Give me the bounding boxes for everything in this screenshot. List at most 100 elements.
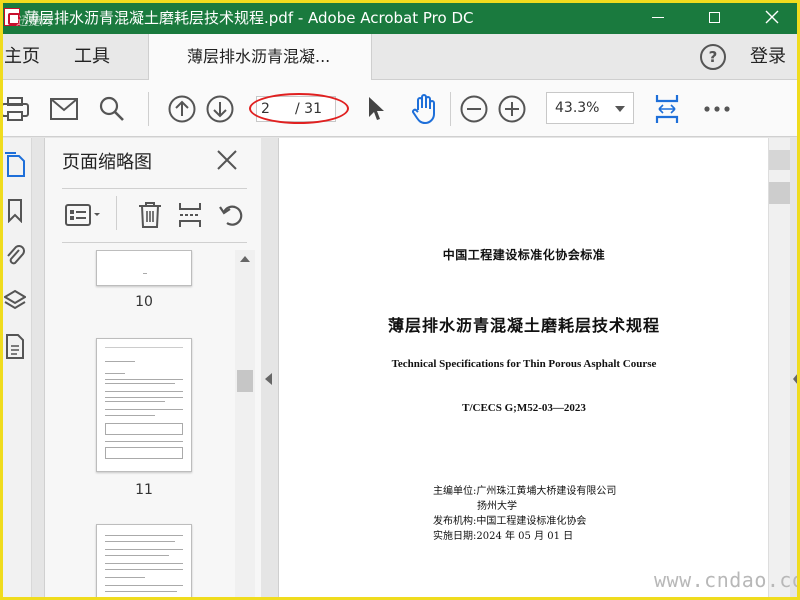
logo-watermark: 迅捷网	[16, 14, 53, 28]
extract-pages-button[interactable]	[175, 200, 205, 230]
help-button[interactable]: ?	[700, 44, 726, 70]
document-page: 中国工程建设标准化协会标准 薄层排水沥青混凝土磨耗层技术规程 Technical…	[278, 138, 768, 600]
page-split-icon	[179, 203, 201, 227]
close-panel-button[interactable]	[215, 148, 239, 172]
next-page-button[interactable]	[204, 93, 236, 125]
minimize-button[interactable]	[630, 0, 686, 34]
hand-tool-button[interactable]	[408, 93, 440, 125]
menu-home[interactable]: 主页	[4, 34, 40, 80]
thumbnail-text-line	[105, 569, 183, 570]
right-gutter	[790, 138, 800, 600]
print-button[interactable]	[0, 93, 32, 125]
scrollbar-thumb[interactable]	[237, 370, 253, 392]
page-thumbnail-label: 10	[135, 294, 153, 310]
doc-editor-2: 扬州大学	[477, 501, 517, 512]
thumbnail-text-line	[105, 379, 183, 380]
thumbnail-text-line	[105, 409, 183, 410]
thumbnail-text-line	[105, 549, 183, 550]
doc-standard-code: T/CECS G;M52-03—2023	[462, 402, 586, 414]
thumbnail-text-line	[105, 397, 183, 398]
document-scrollbar[interactable]	[768, 138, 790, 600]
document-tab[interactable]: 薄层排水沥青混凝...	[148, 34, 372, 81]
login-button[interactable]: 登录	[750, 34, 786, 80]
zoom-in-icon	[498, 95, 526, 123]
window-title: 薄层排水沥青混凝土磨耗层技术规程.pdf - Adobe Acrobat Pro…	[24, 8, 474, 27]
zoom-in-button[interactable]	[496, 93, 528, 125]
thumbnail-text-line	[105, 555, 169, 556]
cursor-arrow-icon	[369, 97, 384, 120]
thumbnail-scrollbar[interactable]	[235, 250, 255, 600]
page-number-highlight-annotation	[249, 93, 349, 124]
chevron-down-icon	[615, 106, 625, 112]
thumbnail-text-line	[105, 585, 183, 586]
maximize-button[interactable]	[686, 0, 742, 34]
thumbnail-text-line	[105, 577, 145, 578]
bookmark-icon	[8, 199, 22, 223]
doc-effective-date: 实施日期:2024 年 05 月 01 日	[433, 531, 574, 542]
page-thumbnail-label: 11	[135, 482, 153, 498]
scrollbar-thumb[interactable]	[769, 182, 790, 204]
panel-title: 页面缩略图	[62, 152, 152, 173]
email-button[interactable]	[48, 93, 80, 125]
attachments-nav-button[interactable]	[4, 242, 26, 268]
collapse-panel-arrow-icon[interactable]	[265, 373, 272, 385]
thumbnail-text-line	[105, 591, 177, 592]
bookmarks-nav-button[interactable]	[4, 198, 26, 224]
thumbnails-panel: 页面缩略图 10 11	[44, 138, 261, 600]
scroll-up-arrow-icon[interactable]	[240, 256, 250, 262]
fit-width-icon	[655, 95, 679, 123]
thumbnail-table	[105, 423, 183, 435]
trash-icon	[139, 202, 161, 228]
search-icon	[99, 96, 124, 121]
thumbnail-text-line	[105, 383, 175, 384]
previous-page-button[interactable]	[166, 93, 198, 125]
doc-title-cn: 薄层排水沥青混凝土磨耗层技术规程	[387, 316, 660, 335]
list-options-icon	[65, 204, 100, 226]
hand-icon	[412, 94, 435, 124]
layers-nav-button[interactable]	[4, 288, 26, 314]
arrow-up-circle-icon	[168, 95, 196, 123]
close-window-button[interactable]	[744, 0, 800, 34]
fit-page-button[interactable]	[651, 90, 683, 128]
thumbnail-text-line	[105, 563, 183, 564]
thumbnail-table	[105, 447, 183, 459]
search-button[interactable]	[96, 93, 128, 125]
expand-right-panel-arrow-icon[interactable]	[793, 373, 798, 385]
thumbnail-text-line	[105, 361, 135, 362]
menu-tools[interactable]: 工具	[74, 34, 110, 80]
close-icon	[765, 10, 779, 24]
email-icon	[50, 98, 78, 120]
thumbnail-options-button[interactable]	[63, 200, 105, 230]
thumbnail-list: 10 11	[45, 250, 235, 600]
thumbnail-text-line	[105, 415, 155, 416]
arrow-down-circle-icon	[206, 95, 234, 123]
thumbnail-text-line	[105, 401, 165, 402]
select-tool-button[interactable]	[360, 93, 392, 125]
pages-icon	[5, 152, 25, 177]
zoom-out-icon	[460, 95, 488, 123]
page-thumbnails-nav-button[interactable]	[4, 152, 26, 178]
more-tools-button[interactable]	[701, 93, 733, 125]
zoom-out-button[interactable]	[458, 93, 490, 125]
document-properties-nav-button[interactable]	[4, 334, 26, 360]
rotate-icon	[219, 205, 243, 226]
thumbnail-text-line	[143, 273, 147, 274]
thumbnail-text-line	[105, 373, 125, 374]
menu-bar: 主页 工具 薄层排水沥青混凝... ? 登录	[0, 34, 800, 81]
doc-editor: 主编单位:广州珠江黄埔大桥建设有限公司	[433, 486, 617, 497]
page-thumbnail[interactable]	[96, 524, 192, 600]
zoom-level-select[interactable]: 43.3%	[546, 92, 634, 124]
minimize-icon	[652, 16, 664, 18]
more-dots-icon	[704, 106, 730, 112]
rotate-page-button[interactable]	[217, 200, 247, 230]
delete-page-button[interactable]	[135, 200, 165, 230]
page-thumbnail[interactable]	[96, 250, 192, 286]
thumbnail-text-line	[105, 347, 183, 348]
page-thumbnail[interactable]	[96, 338, 192, 472]
title-bar: 薄层排水沥青混凝土磨耗层技术规程.pdf - Adobe Acrobat Pro…	[0, 0, 800, 34]
site-watermark: www.cndao.com	[654, 568, 800, 592]
toolbar-separator	[450, 92, 451, 126]
scroll-up-arrow-icon[interactable]	[769, 150, 790, 170]
print-icon	[2, 97, 29, 121]
paperclip-icon	[7, 245, 25, 265]
